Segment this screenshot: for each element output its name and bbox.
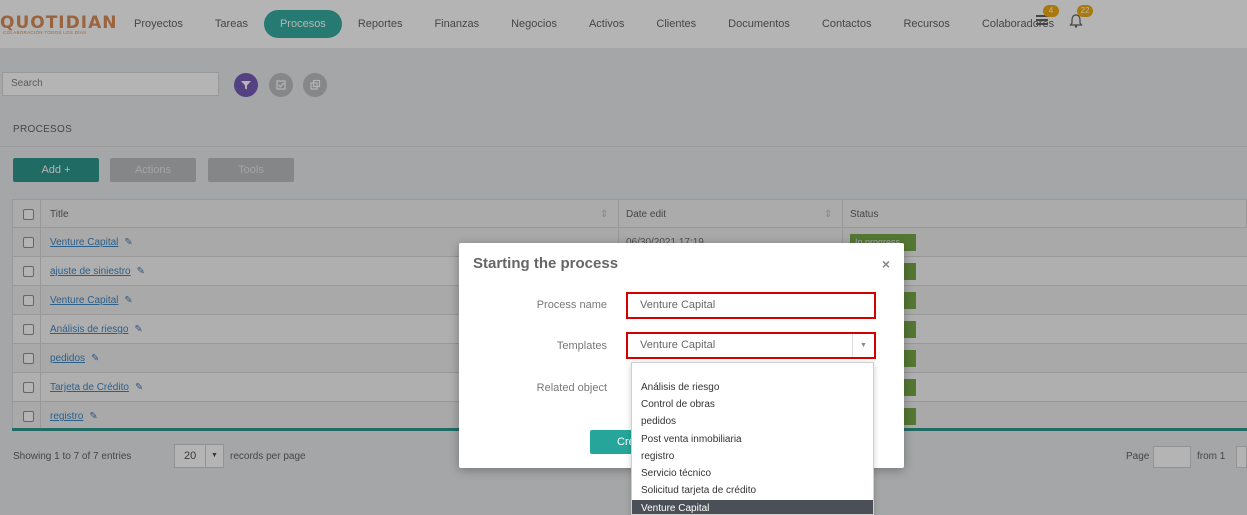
dropdown-option[interactable]: Solicitud tarjeta de crédito <box>632 482 873 499</box>
dropdown-option-selected[interactable]: Venture Capital <box>632 500 873 514</box>
modal-title: Starting the process <box>473 255 619 272</box>
templates-select[interactable]: Venture Capital ▼ <box>626 332 876 359</box>
chevron-down-icon[interactable]: ▼ <box>852 334 874 357</box>
dropdown-option[interactable]: pedidos <box>632 413 873 430</box>
templates-label: Templates <box>556 340 607 352</box>
templates-dropdown-list: Análisis de riesgo Control de obras pedi… <box>631 362 874 515</box>
close-icon[interactable]: × <box>882 256 890 272</box>
dropdown-option[interactable]: Análisis de riesgo <box>632 379 873 396</box>
dropdown-option[interactable]: Servicio técnico <box>632 465 873 482</box>
dropdown-option[interactable]: registro <box>632 448 873 465</box>
related-object-label: Related object <box>536 382 607 394</box>
process-name-input[interactable]: Venture Capital <box>626 292 876 319</box>
templates-select-value: Venture Capital <box>640 339 716 351</box>
process-name-label: Process name <box>536 299 607 311</box>
dropdown-option[interactable]: Post venta inmobiliaria <box>632 431 873 448</box>
dropdown-option[interactable]: Control de obras <box>632 396 873 413</box>
